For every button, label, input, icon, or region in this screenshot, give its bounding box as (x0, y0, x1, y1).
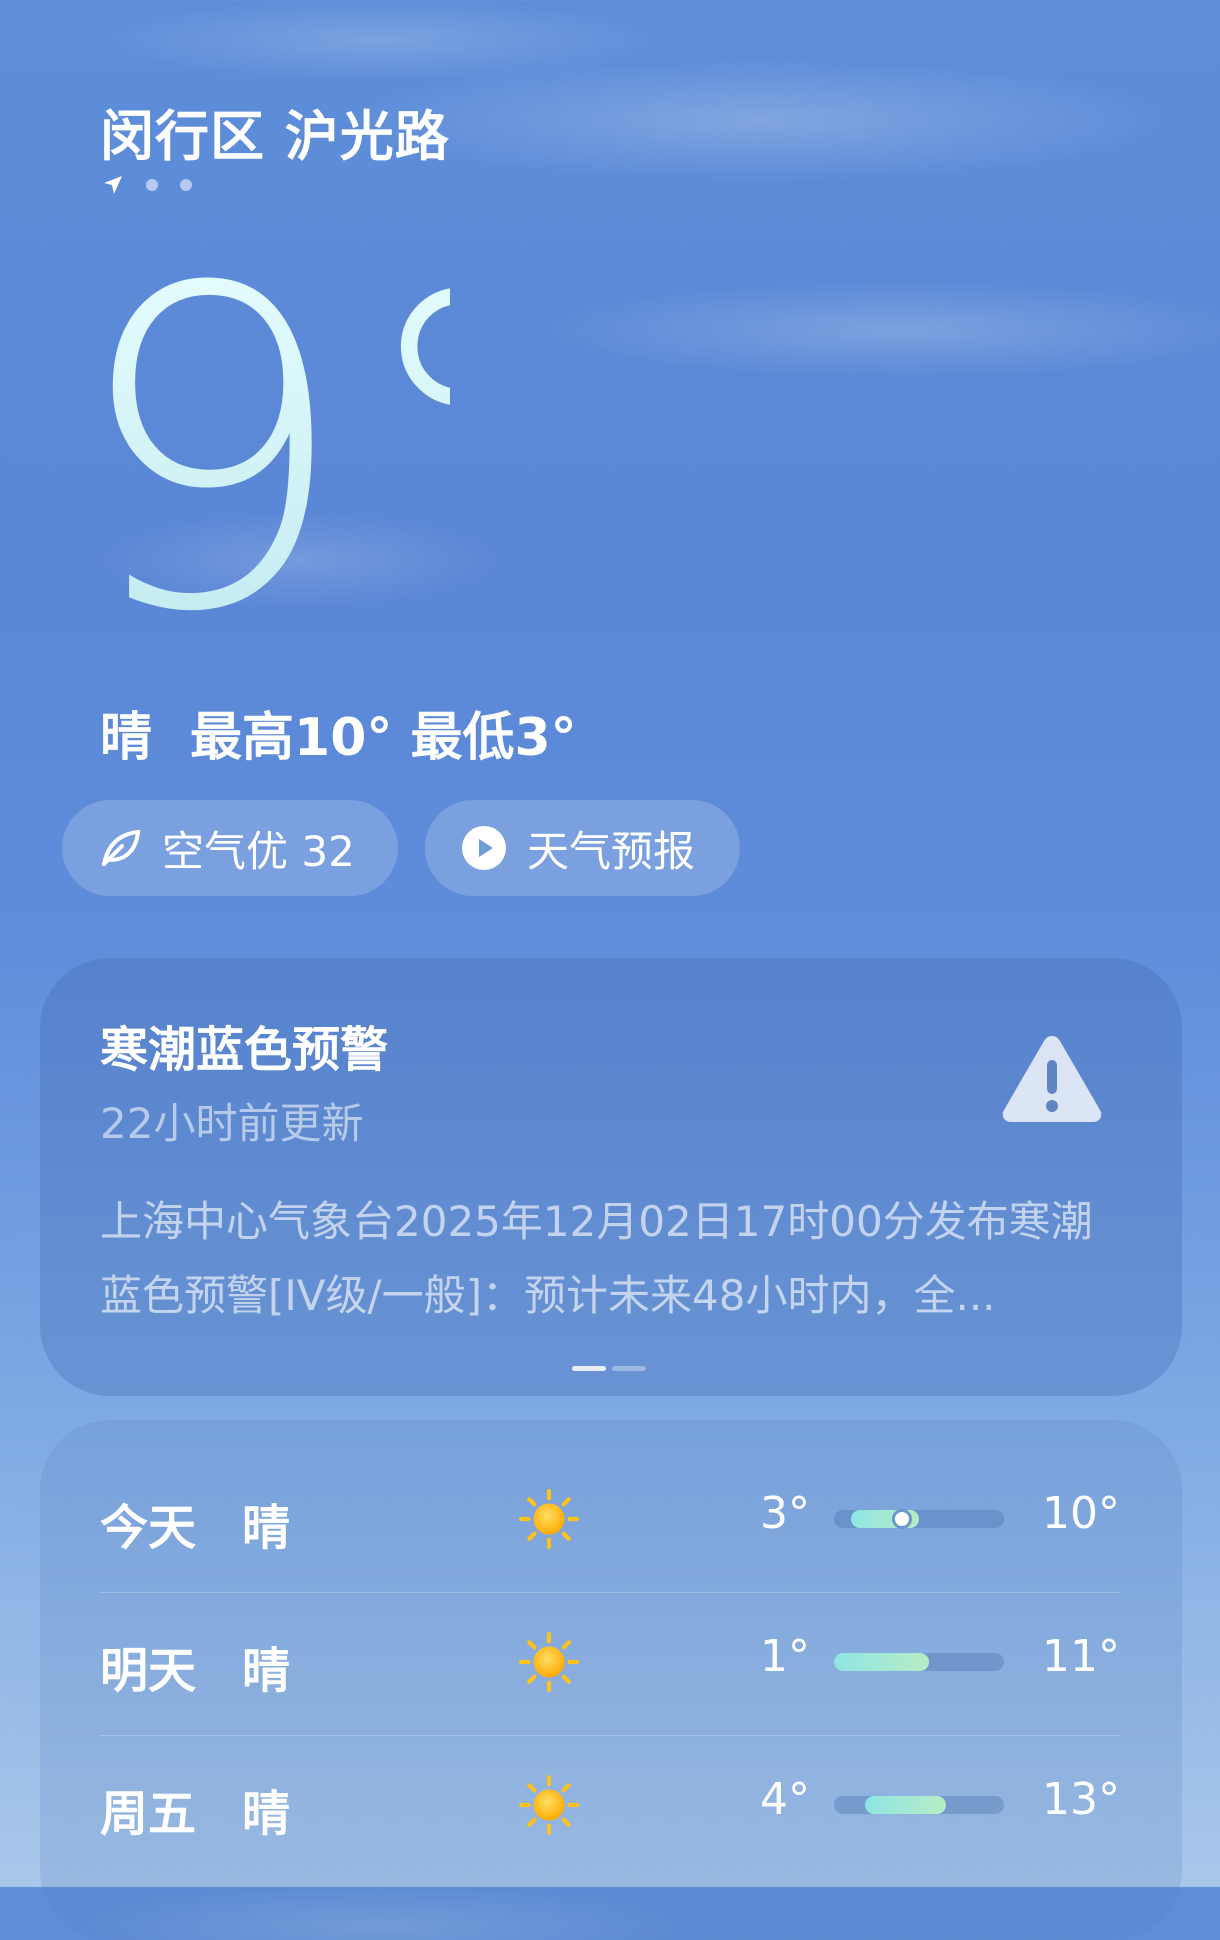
current-temperature: 9° (70, 262, 450, 622)
condition-summary: 晴 最高10° 最低3° (100, 695, 577, 770)
leaf-icon (98, 826, 142, 870)
forecast-day: 明天 (100, 1643, 197, 1699)
city-page-indicator[interactable] (102, 174, 192, 196)
temperature-range-bar (834, 1509, 1004, 1529)
forecast-day: 周五 (100, 1786, 197, 1842)
high-low-text: 最高10° 最低3° (190, 708, 577, 768)
page-dot (146, 179, 158, 191)
range-fill (864, 1796, 947, 1814)
play-icon (461, 825, 507, 871)
temperature-range-bar (834, 1653, 1004, 1671)
sun-icon (518, 1488, 580, 1554)
location-arrow-icon (102, 174, 124, 196)
current-temp-marker (892, 1509, 912, 1529)
forecast-condition: 晴 (242, 1786, 291, 1842)
alert-title: 寒潮蓝色预警 (100, 1022, 389, 1078)
temperature-value: 9° (70, 262, 450, 622)
weather-forecast-label: 天气预报 (527, 826, 696, 876)
alert-description: 上海中心气象台2025年12月02日17时00分发布寒潮蓝色预警[IV级/一般]… (100, 1197, 1093, 1320)
forecast-condition: 晴 (242, 1500, 291, 1556)
alert-pager (572, 1366, 646, 1371)
condition-text: 晴 (100, 708, 153, 768)
range-fill (834, 1653, 930, 1671)
pager-inactive (612, 1366, 646, 1371)
forecast-condition: 晴 (242, 1643, 291, 1699)
forecast-high: 10° (1042, 1488, 1120, 1539)
forecast-high: 11° (1042, 1631, 1120, 1682)
pager-active (572, 1366, 606, 1371)
sun-icon (518, 1631, 580, 1697)
sun-icon (518, 1774, 580, 1840)
location-title[interactable]: 闵行区 沪光路 (100, 92, 450, 171)
forecast-row-friday[interactable]: 周五 晴 4° 13° (100, 1734, 1120, 1877)
forecast-day: 今天 (100, 1500, 197, 1556)
warning-icon (998, 1030, 1106, 1130)
weather-forecast-chip[interactable]: 天气预报 (425, 800, 740, 896)
page-dot (180, 179, 192, 191)
forecast-low: 1° (760, 1631, 810, 1682)
forecast-low: 4° (760, 1774, 810, 1825)
air-quality-chip[interactable]: 空气优 32 (62, 800, 398, 896)
air-quality-label: 空气优 32 (162, 826, 355, 876)
forecast-high: 13° (1042, 1774, 1120, 1825)
forecast-row-today[interactable]: 今天 晴 3° 10° (100, 1448, 1120, 1591)
forecast-low: 3° (760, 1488, 810, 1539)
forecast-row-tomorrow[interactable]: 明天 晴 1° 11° (100, 1591, 1120, 1734)
alert-updated-time: 22小时前更新 (100, 1099, 364, 1148)
temperature-range-bar (834, 1796, 1004, 1814)
